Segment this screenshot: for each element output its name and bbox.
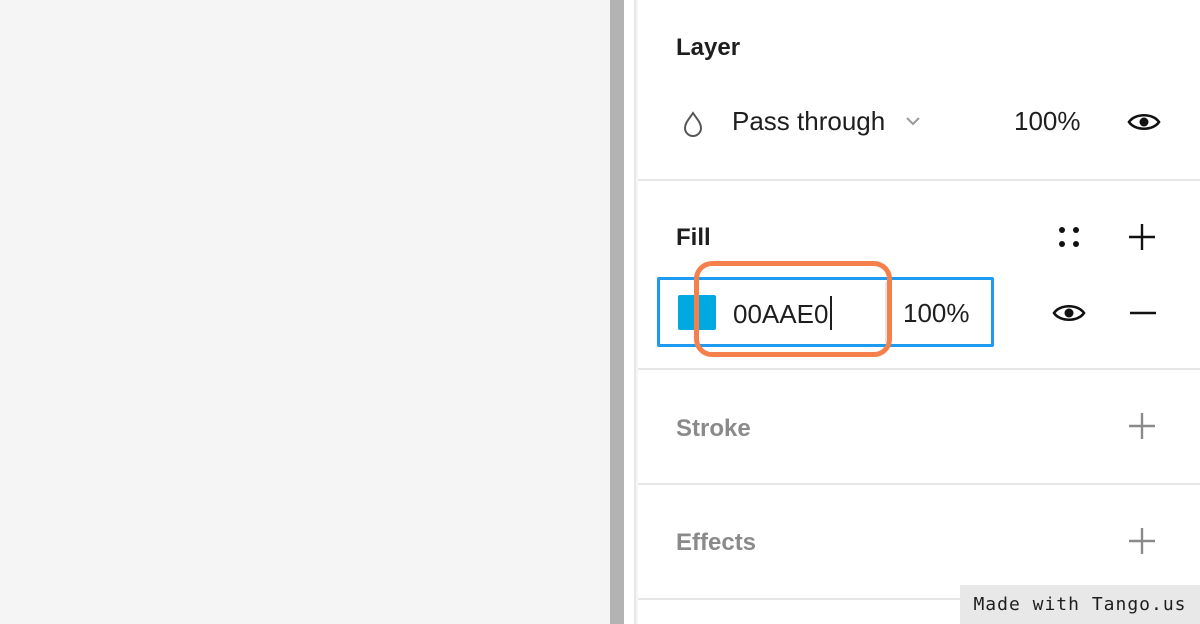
effects-title: Effects xyxy=(676,529,757,556)
canvas-area[interactable] xyxy=(0,0,610,624)
layer-opacity-field[interactable]: 100% xyxy=(1014,106,1081,137)
add-effect-plus-icon[interactable] xyxy=(1128,527,1156,555)
blend-mode-dropdown[interactable]: Pass through xyxy=(732,106,885,137)
fill-visibility-eye-icon[interactable] xyxy=(1052,302,1086,324)
eye-icon[interactable] xyxy=(1127,111,1161,133)
fill-title: Fill xyxy=(676,224,711,251)
stroke-title: Stroke xyxy=(676,415,751,442)
add-stroke-plus-icon[interactable] xyxy=(1128,412,1156,440)
chevron-down-icon[interactable] xyxy=(905,116,921,126)
styles-grid-icon[interactable] xyxy=(1057,225,1081,249)
effects-section: Effects xyxy=(638,485,1200,600)
stroke-section: Stroke xyxy=(638,370,1200,485)
tango-watermark: Made with Tango.us xyxy=(960,585,1200,624)
tango-highlight-box xyxy=(694,261,892,357)
remove-fill-minus-icon[interactable] xyxy=(1129,302,1157,324)
blend-mode-label: Pass through xyxy=(732,106,886,136)
properties-panel: Layer Pass through 100% Fill 00AAE0 100%… xyxy=(638,0,1200,624)
layer-title: Layer xyxy=(676,34,741,61)
blend-drop-icon xyxy=(683,111,703,137)
panel-gutter xyxy=(624,0,636,624)
add-fill-plus-icon[interactable] xyxy=(1128,223,1156,251)
layer-section: Layer Pass through 100% xyxy=(638,0,1200,181)
panel-divider xyxy=(610,0,624,624)
fill-opacity-field[interactable]: 100% xyxy=(903,298,970,329)
fill-section: Fill 100% xyxy=(638,181,1200,370)
